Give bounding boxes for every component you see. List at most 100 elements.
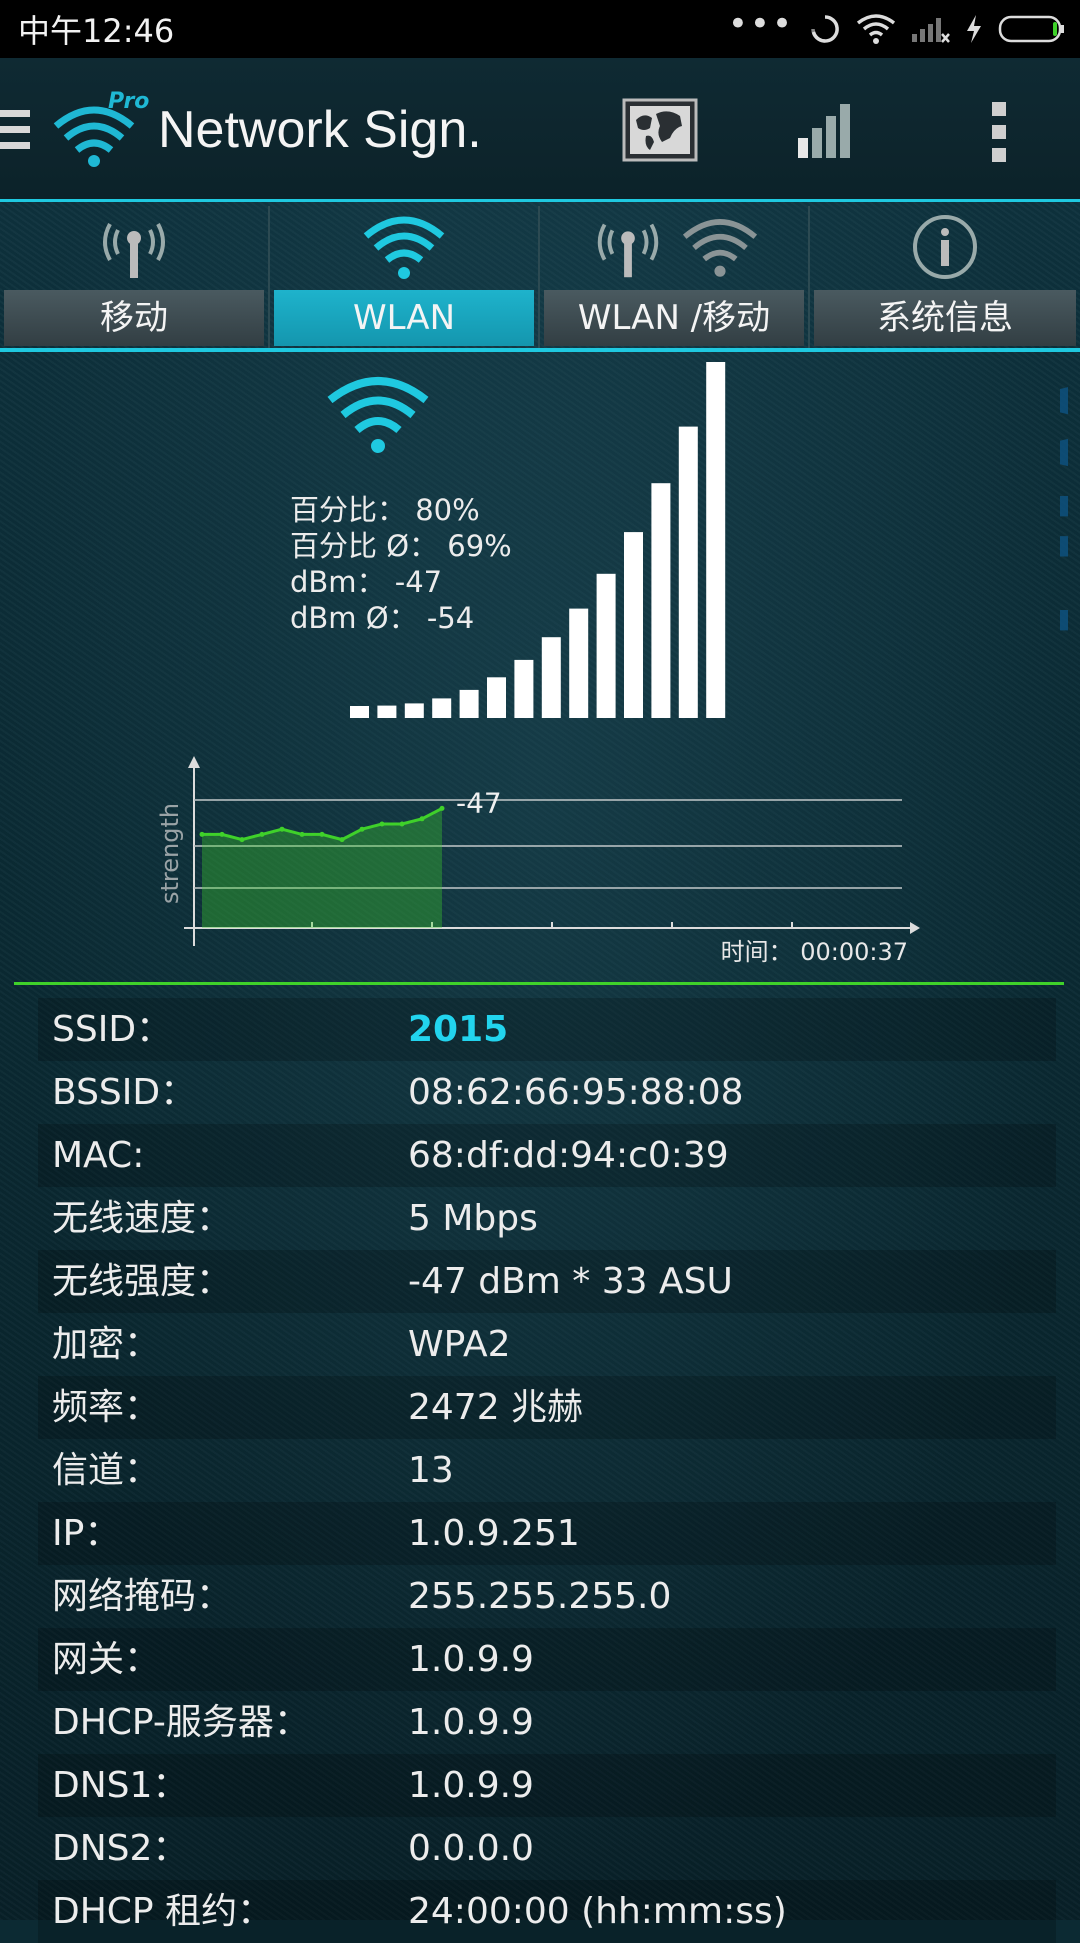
tab-wlan-mobile[interactable]: WLAN /移动 [540, 206, 810, 352]
app-logo-badge: Pro [108, 89, 149, 114]
info-row: 无线速度： 5 Mbps [38, 1187, 1056, 1250]
status-time: 中午12:46 [18, 12, 175, 50]
chart-time-label: 时间： 00:00:37 [721, 938, 908, 966]
chart-point [399, 821, 405, 827]
info-value: 1.0.9.251 [408, 1513, 580, 1554]
signal-bars-icon[interactable] [796, 100, 856, 160]
chart-point [379, 821, 385, 827]
signal-bars-meter [350, 362, 726, 718]
tab-icon-area [0, 206, 268, 288]
signal-bar [624, 532, 643, 718]
info-row: DHCP-服务器： 1.0.9.9 [38, 1691, 1056, 1754]
chart-point [239, 837, 245, 843]
nav-drawer-button[interactable] [0, 110, 30, 158]
menu-dot [992, 148, 1006, 162]
info-row: BSSID： 08:62:66:95:88:08 [38, 1061, 1056, 1124]
info-key: 无线速度： [52, 1198, 233, 1239]
signal-panel: 百分比： 80% 百分比 Ø： 69% dBm： -47 dBm Ø： -54 … [0, 352, 1080, 984]
info-key: 加密： [52, 1324, 161, 1365]
chart-x-arrow [910, 922, 920, 934]
info-icon [913, 215, 977, 279]
tab-bar: 移动 WLAN WLAN /移动 系统信息 [0, 206, 1080, 352]
info-row: 无线强度： -47 dBm * 33 ASU [38, 1250, 1056, 1313]
tab-wlan[interactable]: WLAN [270, 206, 540, 352]
info-value: WPA2 [408, 1324, 511, 1365]
info-key: 频率： [52, 1387, 161, 1428]
cell-signal-icon [912, 18, 950, 43]
info-row: DNS2： 0.0.0.0 [38, 1817, 1056, 1880]
wifi-info-table: SSID： 2015 BSSID： 08:62:66:95:88:08 MAC: 68:d… [38, 998, 1056, 1943]
tab-system-info[interactable]: 系统信息 [810, 206, 1080, 352]
info-row: 网络掩码： 255.255.255.0 [38, 1565, 1056, 1628]
chart-point [259, 831, 265, 837]
tab-wlan-mobile-label: WLAN /移动 [544, 290, 804, 346]
signal-bar [569, 608, 589, 718]
app-logo-wifi-icon: Pro [53, 89, 149, 167]
hamburger-line [0, 126, 30, 133]
signal-bar [377, 705, 397, 718]
chart-y-label: strength [156, 803, 184, 904]
signal-bar [514, 659, 534, 718]
info-key: DHCP 租约： [52, 1891, 274, 1932]
info-key: BSSID： [52, 1072, 197, 1113]
wifi-watermark: WIFI [1034, 367, 1068, 640]
wifi-icon [682, 219, 758, 277]
tab-icon-area [810, 206, 1080, 288]
info-row: 网关： 1.0.9.9 [38, 1628, 1056, 1691]
info-row: DNS1： 1.0.9.9 [38, 1754, 1056, 1817]
signal-bar [404, 703, 424, 718]
tab-icon-area [270, 206, 538, 288]
app-bar: Pro Network Sign. [0, 58, 1080, 202]
wifi-icon [856, 14, 896, 44]
tab-system-info-label: 系统信息 [814, 290, 1076, 346]
battery-icon [998, 15, 1064, 43]
info-key: DNS2： [52, 1828, 189, 1869]
tab-mobile[interactable]: 移动 [0, 206, 270, 352]
section-divider [14, 982, 1064, 985]
chart-point [319, 831, 325, 837]
info-key: MAC: [52, 1135, 145, 1176]
signal-bar [541, 637, 561, 718]
tab-icon-area [540, 206, 808, 288]
map-icon[interactable] [622, 98, 698, 162]
info-value: 0.0.0.0 [408, 1828, 534, 1869]
overflow-menu-button[interactable] [984, 102, 1014, 166]
menu-dot [992, 125, 1006, 139]
info-value: 5 Mbps [408, 1198, 538, 1239]
hamburger-line [0, 142, 30, 149]
signal-bar [596, 573, 616, 718]
info-row: DHCP 租约： 24:00:00 (hh:mm:ss) [38, 1880, 1056, 1943]
info-row: MAC: 68:df:dd:94:c0:39 [38, 1124, 1056, 1187]
info-value: 1.0.9.9 [408, 1639, 534, 1680]
chart-point [359, 826, 365, 832]
info-value: 68:df:dd:94:c0:39 [408, 1135, 729, 1176]
more-notifications-icon: ••• [727, 4, 794, 44]
info-value: 255.255.255.0 [408, 1576, 672, 1617]
tab-wlan-label: WLAN [274, 290, 534, 346]
chart-area [202, 808, 442, 928]
chart-point [199, 831, 205, 837]
app-title: Network Sign. [158, 101, 482, 159]
info-value: 1.0.9.9 [408, 1702, 534, 1743]
info-key: 信道： [52, 1450, 161, 1491]
signal-bar [706, 362, 726, 718]
tab-mobile-label: 移动 [4, 290, 264, 346]
signal-bar [459, 689, 479, 718]
cell-tower-icon [597, 223, 659, 278]
info-value: 2472 兆赫 [408, 1387, 584, 1428]
wifi-icon [363, 216, 445, 279]
signal-bar [350, 706, 369, 718]
chart-point [339, 837, 345, 843]
info-key: DHCP-服务器： [52, 1702, 310, 1743]
chart-point [279, 826, 285, 832]
info-value: 2015 [408, 1009, 509, 1050]
info-value: 24:00:00 (hh:mm:ss) [408, 1891, 787, 1932]
chart-series [199, 805, 445, 928]
hamburger-line [0, 110, 30, 117]
charging-icon [967, 15, 981, 43]
info-row: IP： 1.0.9.251 [38, 1502, 1056, 1565]
info-key: 网关： [52, 1639, 161, 1680]
sync-icon [811, 15, 839, 43]
info-value: 1.0.9.9 [408, 1765, 534, 1806]
info-row: SSID： 2015 [38, 998, 1056, 1061]
